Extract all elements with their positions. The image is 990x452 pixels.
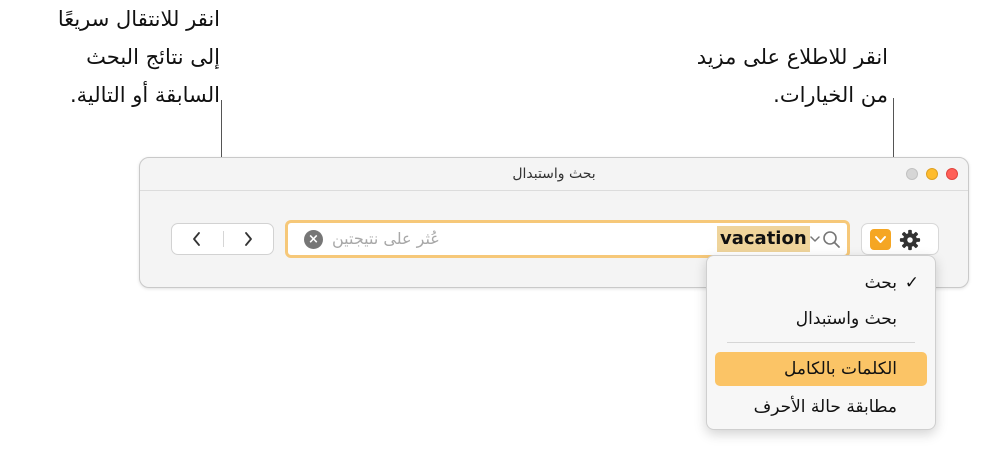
checkmark-icon: ✓ [904,273,919,293]
window-title: بحث واستبدال [140,158,968,191]
menu-item-find[interactable]: ✓ بحث [715,266,927,300]
menu-item-label: الكلمات بالكامل [784,359,897,379]
menu-item-label: مطابقة حالة الأحرف [753,397,897,417]
menu-item-find-replace[interactable]: بحث واستبدال [715,302,927,336]
navigation-callout: انقر للانتقال سريعًا إلى نتائج البحث الس… [58,0,220,114]
chevron-right-icon [245,232,252,246]
menu-item-whole-words[interactable]: الكلمات بالكامل [715,352,927,386]
dropdown-toggle[interactable] [870,229,891,250]
zoom-window-button[interactable] [906,168,918,180]
menu-item-label: بحث [864,273,897,293]
search-options-icon[interactable] [808,228,844,250]
options-menu: ✓ بحث بحث واستبدال الكلمات بالكامل مطابق… [706,255,936,430]
gear-icon [899,229,921,251]
close-window-button[interactable] [946,168,958,180]
search-query-text: vacation [717,226,810,252]
menu-item-label: بحث واستبدال [795,309,897,329]
callout-line: انقر للانتقال سريعًا [57,7,220,31]
options-button[interactable] [861,223,939,255]
search-input[interactable]: × عُثر على نتيجتين vacation [285,220,850,258]
chevron-left-icon [193,232,200,246]
clear-search-icon[interactable]: × [304,230,323,249]
callout-line: السابقة أو التالية. [69,83,220,107]
chevron-down-icon [875,236,886,243]
menu-separator [727,342,915,343]
previous-result-button[interactable] [172,224,222,254]
callout-line: إلى نتائج البحث [86,45,220,69]
menu-item-match-case[interactable]: مطابقة حالة الأحرف [715,390,927,424]
callout-line: انقر للاطلاع على مزيد [696,45,888,69]
minimize-window-button[interactable] [926,168,938,180]
result-navigation [171,223,274,255]
options-callout: انقر للاطلاع على مزيد من الخيارات. [697,38,888,114]
result-count-text: عُثر على نتيجتين [332,229,440,248]
next-result-button[interactable] [223,224,273,254]
callout-line: من الخيارات. [773,83,888,107]
